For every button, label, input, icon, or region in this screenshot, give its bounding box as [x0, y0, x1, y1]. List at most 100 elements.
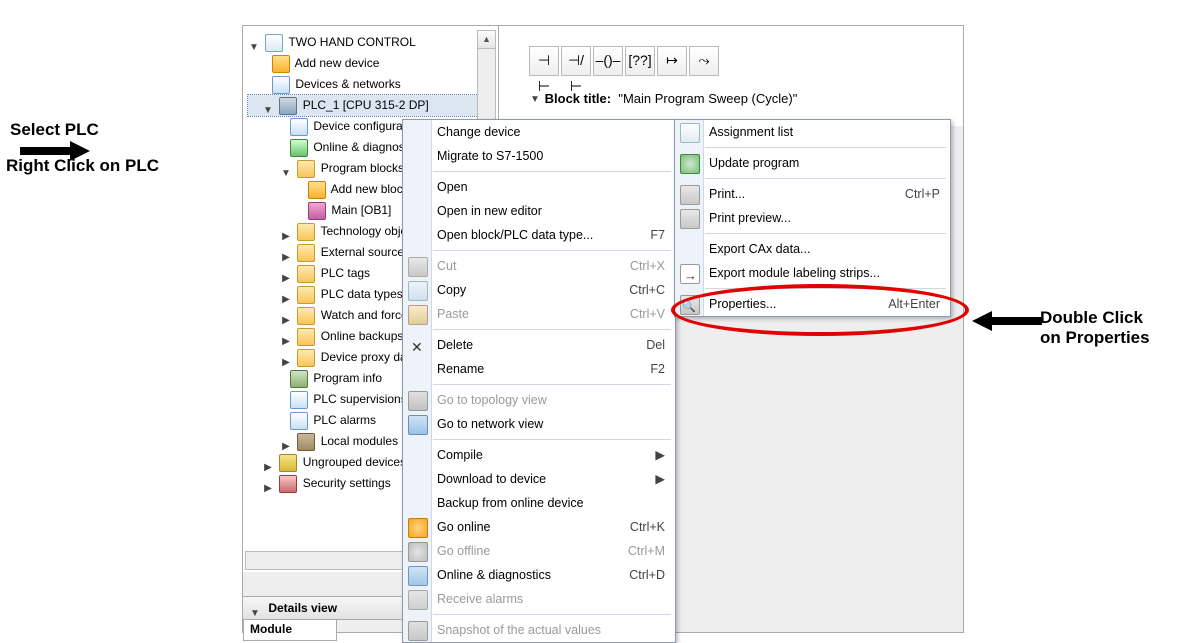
menu-print-preview[interactable]: Print preview... — [675, 206, 950, 230]
tree-label: Add new device — [295, 56, 380, 70]
supervision-icon — [290, 391, 308, 409]
tree-label: PLC supervisions — [313, 392, 406, 406]
folder-icon — [297, 223, 315, 241]
menu-backup[interactable]: Backup from online device — [403, 491, 675, 515]
chevron-right-icon — [280, 310, 292, 322]
print-icon — [680, 185, 700, 205]
add-block-icon — [308, 181, 326, 199]
menu-open-new-editor[interactable]: Open in new editor — [403, 199, 675, 223]
menu-print[interactable]: Print...Ctrl+P — [675, 182, 950, 206]
context-menu-left: Change device Migrate to S7-1500 Open Op… — [402, 119, 676, 643]
tree-devices-networks[interactable]: Devices & networks — [248, 74, 478, 95]
tree-label: Security settings — [303, 476, 391, 490]
diagnostics-icon — [408, 566, 428, 586]
ide-window: ⊣ ⊢ ⊣/⊢ –()– [??] ↦ ⤳ Block title: "Main… — [242, 25, 964, 633]
print-preview-icon — [680, 209, 700, 229]
menu-online-diag[interactable]: Online & diagnosticsCtrl+D — [403, 563, 675, 587]
chevron-right-icon — [280, 226, 292, 238]
program-info-icon — [290, 370, 308, 388]
online-diag-icon — [290, 139, 308, 157]
tool-box[interactable]: [??] — [625, 46, 655, 76]
tree-label: PLC alarms — [313, 413, 376, 427]
menu-export-labels[interactable]: Export module labeling strips... — [675, 261, 950, 285]
tree-label: Online backups — [321, 329, 404, 343]
menu-topology-view: Go to topology view — [403, 388, 675, 412]
tree-plc[interactable]: PLC_1 [CPU 315-2 DP] — [248, 95, 478, 116]
chevron-down-icon[interactable] — [529, 94, 541, 106]
copy-icon — [408, 281, 428, 301]
properties-icon — [680, 295, 700, 315]
alarm-icon — [408, 590, 428, 610]
menu-update-program[interactable]: Update program — [675, 151, 950, 175]
menu-compile[interactable]: Compile▶ — [403, 443, 675, 467]
menu-migrate[interactable]: Migrate to S7-1500 — [403, 144, 675, 168]
chevron-right-icon — [280, 268, 292, 280]
annotation-right-click: Right Click on PLC — [6, 156, 159, 175]
menu-open[interactable]: Open — [403, 175, 675, 199]
menu-change-device[interactable]: Change device — [403, 120, 675, 144]
chevron-right-icon — [280, 289, 292, 301]
tree-label: PLC tags — [321, 266, 370, 280]
snapshot-icon — [408, 621, 428, 641]
tree-label: Add new block — [331, 182, 409, 196]
tool-coil[interactable]: –()– — [593, 46, 623, 76]
scroll-up-button[interactable]: ▲ — [478, 31, 495, 49]
menu-open-block[interactable]: Open block/PLC data type...F7 — [403, 223, 675, 247]
export-icon — [680, 264, 700, 284]
menu-network-view[interactable]: Go to network view — [403, 412, 675, 436]
menu-go-online[interactable]: Go onlineCtrl+K — [403, 515, 675, 539]
tree-label: TWO HAND CONTROL — [288, 35, 415, 49]
arrow-icon — [972, 312, 1042, 330]
tree-label: PLC data types — [321, 287, 403, 301]
menu-delete[interactable]: DeleteDel — [403, 333, 675, 357]
context-menu-right: Assignment list Update program Print...C… — [674, 119, 951, 317]
local-modules-icon — [297, 433, 315, 451]
block-title-label: Block title: — [545, 91, 611, 106]
tree-add-device[interactable]: Add new device — [248, 53, 478, 74]
tree-label: Local modules — [321, 434, 398, 448]
chevron-right-icon — [280, 331, 292, 343]
menu-cut: CutCtrl+X — [403, 254, 675, 278]
menu-copy[interactable]: CopyCtrl+C — [403, 278, 675, 302]
folder-icon — [297, 328, 315, 346]
chevron-down-icon — [248, 37, 260, 49]
delete-icon — [408, 336, 426, 354]
device-config-icon — [290, 118, 308, 136]
folder-icon — [297, 307, 315, 325]
folder-icon — [297, 244, 315, 262]
tree-label: Program blocks — [321, 161, 404, 175]
chevron-right-icon — [280, 352, 292, 364]
tree-label: Main [OB1] — [331, 203, 391, 217]
menu-export-cax[interactable]: Export CAx data... — [675, 237, 950, 261]
tree-label: Ungrouped devices — [303, 455, 406, 469]
chevron-right-icon — [280, 436, 292, 448]
folder-icon — [297, 265, 315, 283]
menu-download[interactable]: Download to device▶ — [403, 467, 675, 491]
folder-icon — [297, 286, 315, 304]
details-view-label: Details view — [268, 601, 337, 615]
plc-icon — [279, 97, 297, 115]
list-icon — [680, 123, 700, 143]
menu-rename[interactable]: RenameF2 — [403, 357, 675, 381]
folder-icon — [297, 349, 315, 367]
menu-properties[interactable]: Properties...Alt+Enter — [675, 292, 950, 316]
chevron-down-icon — [280, 163, 292, 175]
folder-icon — [297, 160, 315, 178]
tree-project-root[interactable]: TWO HAND CONTROL — [248, 32, 478, 53]
tool-branch[interactable]: ↦ — [657, 46, 687, 76]
tool-contact[interactable]: ⊣ ⊢ — [529, 46, 559, 76]
block-title-row: Block title: "Main Program Sweep (Cycle)… — [529, 91, 797, 106]
chevron-right-icon — [262, 478, 274, 490]
update-icon — [680, 154, 700, 174]
go-online-icon — [408, 518, 428, 538]
topology-icon — [408, 391, 428, 411]
tool-neg-contact[interactable]: ⊣/⊢ — [561, 46, 591, 76]
editor-toolbar: ⊣ ⊢ ⊣/⊢ –()– [??] ↦ ⤳ — [529, 46, 719, 76]
editor-pane: ⊣ ⊢ ⊣/⊢ –()– [??] ↦ ⤳ Block title: "Main… — [499, 26, 963, 126]
module-tab[interactable]: Module — [243, 619, 337, 641]
tree-label: PLC_1 [CPU 315-2 DP] — [303, 98, 429, 112]
menu-assignment-list[interactable]: Assignment list — [675, 120, 950, 144]
add-device-icon — [272, 55, 290, 73]
network-icon — [408, 415, 428, 435]
tool-branch2[interactable]: ⤳ — [689, 46, 719, 76]
